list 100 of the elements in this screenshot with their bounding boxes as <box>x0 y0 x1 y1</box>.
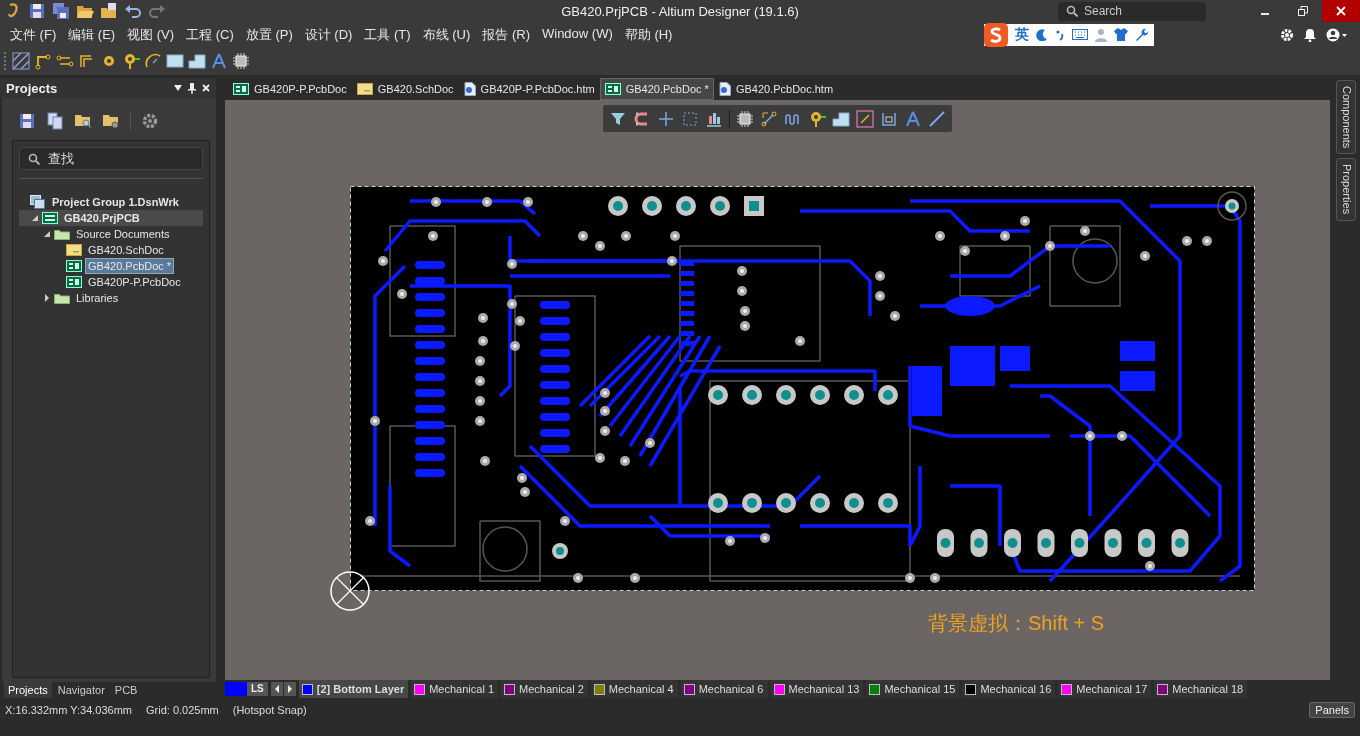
crosshair-icon[interactable] <box>657 109 675 128</box>
document-tab[interactable]: GB420.PcbDoc.htm <box>713 78 839 100</box>
menu-item[interactable]: 布线 (U) <box>416 25 477 44</box>
dropdown-arrow-icon[interactable] <box>174 85 182 91</box>
hatched-fill-icon[interactable] <box>12 52 30 70</box>
save-icon[interactable] <box>18 112 36 130</box>
user-account-icon[interactable] <box>1326 27 1348 42</box>
folder-icon <box>54 228 70 240</box>
panels-button[interactable]: Panels <box>1309 702 1355 718</box>
panel-tab[interactable]: PCB <box>110 682 142 698</box>
menu-item[interactable]: Window (W) <box>536 25 619 44</box>
restore-icon[interactable] <box>1298 6 1308 16</box>
save-all-icon[interactable] <box>52 2 70 20</box>
component-chip-icon[interactable] <box>736 109 754 128</box>
document-tab[interactable]: GB420.PcbDoc * <box>599 78 714 100</box>
tree-item[interactable]: Project Group 1.DsnWrk <box>49 194 182 210</box>
layer-label: Mechanical 6 <box>698 683 764 695</box>
search-field[interactable]: 查找 <box>19 147 203 170</box>
layer-tab[interactable]: Mechanical 6 <box>680 680 768 698</box>
layer-label: Mechanical 16 <box>980 683 1052 695</box>
side-panel-tab[interactable]: Properties <box>1336 158 1356 221</box>
moon-icon[interactable] <box>1036 28 1048 41</box>
menu-item[interactable]: 设计 (D) <box>298 25 359 44</box>
folder-settings-icon[interactable] <box>102 112 120 130</box>
layer-tab[interactable]: Mechanical 13 <box>770 680 864 698</box>
pin-icon[interactable] <box>188 82 196 94</box>
tree-item[interactable]: Source Documents <box>73 226 173 242</box>
pcb-document-icon <box>66 276 82 288</box>
component-chip-icon[interactable] <box>232 52 250 70</box>
pcb-document-icon <box>233 83 249 95</box>
pad-icon[interactable] <box>122 52 140 70</box>
menu-item[interactable]: 帮助 (H) <box>618 25 679 44</box>
layer-tab[interactable]: Mechanical 17 <box>1058 680 1152 698</box>
folder-search-icon[interactable] <box>74 112 92 130</box>
punctuation-icon[interactable] <box>1055 28 1065 41</box>
layer-label: Mechanical 4 <box>608 683 674 695</box>
folder-document-icon[interactable] <box>100 2 118 20</box>
wrench-icon[interactable] <box>1135 28 1148 41</box>
layer-tab[interactable]: Mechanical 4 <box>590 680 678 698</box>
layer-label: Mechanical 13 <box>788 683 860 695</box>
route-track-icon[interactable] <box>760 109 778 128</box>
layer-label: Mechanical 17 <box>1076 683 1148 695</box>
menu-item[interactable]: 放置 (P) <box>239 25 299 44</box>
document-tab[interactable]: GB420P-P.PcbDoc <box>228 78 352 100</box>
menu-item[interactable]: 文件 (F) <box>4 25 63 44</box>
shirt-icon[interactable] <box>1114 28 1128 41</box>
search-icon <box>28 152 40 165</box>
layer-label: Mechanical 1 <box>429 683 494 695</box>
close-icon[interactable] <box>202 84 210 92</box>
layer-tab[interactable]: Mechanical 18 <box>1154 680 1248 698</box>
layer-tab[interactable]: Mechanical 2 <box>501 680 588 698</box>
layer-tab[interactable]: [2] Bottom Layer <box>298 680 409 698</box>
folder-icon <box>54 292 70 304</box>
panel-tab[interactable]: Projects <box>4 682 52 698</box>
menu-item[interactable]: 工程 (C) <box>180 25 240 44</box>
snap-mode: (Hotspot Snap) <box>232 704 307 716</box>
origin-marker-icon <box>329 570 371 612</box>
notification-bell-icon[interactable] <box>1304 27 1316 42</box>
collapse-arrow-icon[interactable] <box>31 214 39 222</box>
tree-item[interactable]: Libraries <box>73 290 122 306</box>
layer-set-button[interactable]: LS <box>225 682 268 696</box>
menu-item[interactable]: 视图 (V) <box>121 25 181 44</box>
arc-icon[interactable] <box>144 52 162 70</box>
layer-tab[interactable]: Mechanical 16 <box>962 680 1056 698</box>
pcb-document-icon <box>66 260 82 272</box>
keyboard-icon[interactable] <box>1072 29 1088 40</box>
differential-pair-icon[interactable] <box>56 52 74 70</box>
tree-item[interactable]: GB420.SchDoc <box>85 242 167 258</box>
polygon-pour-icon[interactable] <box>188 52 206 70</box>
layer-label: [2] Bottom Layer <box>316 683 405 695</box>
copy-documents-icon[interactable] <box>46 112 64 130</box>
layer-tab[interactable]: Mechanical 15 <box>866 680 960 698</box>
menu-item[interactable]: 工具 (T) <box>358 25 417 44</box>
text-icon[interactable] <box>210 52 228 70</box>
panel-tab[interactable]: Navigator <box>53 682 109 698</box>
expand-arrow-icon[interactable] <box>43 294 51 302</box>
route-track-icon[interactable] <box>34 52 52 70</box>
save-icon[interactable] <box>28 2 46 20</box>
collapse-arrow-icon[interactable] <box>43 230 51 238</box>
menu-item[interactable]: 报告 (R) <box>476 25 536 44</box>
keepout-icon[interactable] <box>856 109 874 128</box>
document-tab[interactable]: GB420P-P.PcbDoc.htm <box>458 78 600 100</box>
side-panel-tab[interactable]: Components <box>1336 80 1356 155</box>
input-mode-label[interactable]: 英 <box>1015 25 1029 44</box>
tree-item[interactable]: GB420.PcbDoc * <box>85 258 175 274</box>
line-icon[interactable] <box>928 109 946 128</box>
pad-icon[interactable] <box>808 109 826 128</box>
document-tab[interactable]: GB420.SchDoc <box>351 78 459 100</box>
schematic-document-icon <box>356 83 373 95</box>
polygon-pour-icon[interactable] <box>832 109 850 128</box>
redo-icon[interactable] <box>148 2 166 20</box>
text-icon[interactable] <box>904 109 922 128</box>
menu-item[interactable]: 编辑 (E) <box>62 25 122 44</box>
layer-label: Mechanical 18 <box>1172 683 1244 695</box>
web-document-icon <box>718 82 731 96</box>
fill-rectangle-icon[interactable] <box>166 52 184 70</box>
undo-icon[interactable] <box>124 2 142 20</box>
layer-tab[interactable]: Mechanical 1 <box>411 680 498 698</box>
search-field[interactable]: Search <box>1058 1 1206 21</box>
tree-item[interactable]: GB420P-P.PcbDoc <box>85 274 184 290</box>
